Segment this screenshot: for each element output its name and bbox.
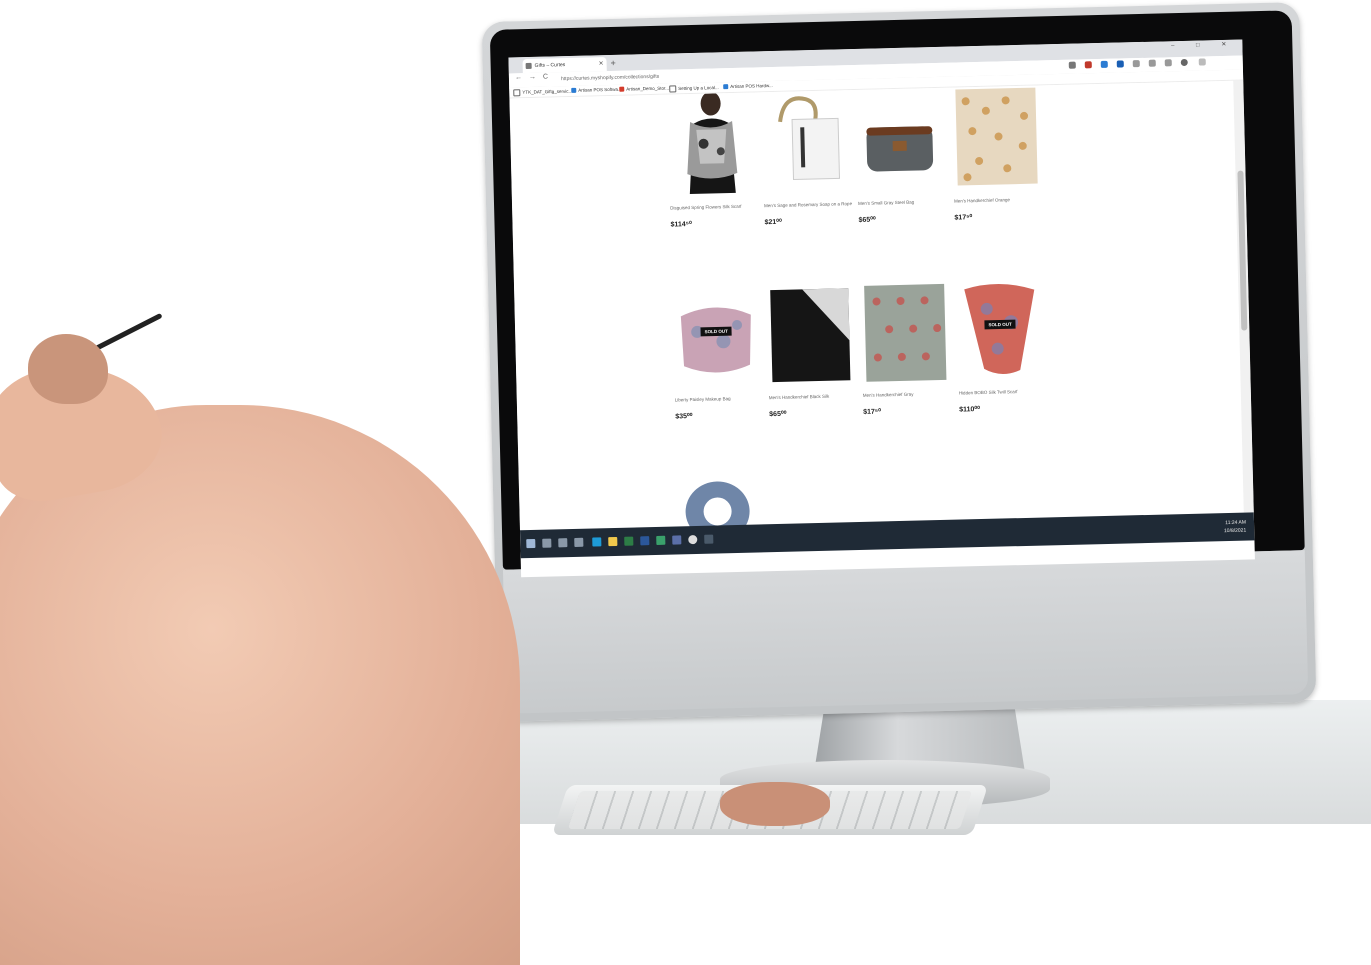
file-explorer-icon[interactable]: [608, 536, 618, 547]
browser-tab-title: Gifts – Curtes: [534, 62, 566, 69]
product-card[interactable]: Men's Small Gray Steel Bag $65⁰⁰: [855, 87, 954, 224]
product-price: $65⁰⁰: [858, 216, 876, 224]
profile-avatar[interactable]: [1180, 58, 1188, 67]
artisan-icon: [619, 86, 625, 93]
product-title[interactable]: Disguised Spring Flowers Silk Scarf: [670, 202, 766, 218]
product-title[interactable]: Men's Handkerchief Gray: [863, 390, 959, 406]
black-handkerchief-image: [766, 282, 855, 389]
bookmark-item[interactable]: Artisan POS Softwa...: [571, 87, 622, 94]
page-favicon-icon: [525, 62, 532, 70]
excel-icon[interactable]: [624, 536, 634, 546]
person-hand: [28, 334, 108, 404]
favorites-icon[interactable]: [1148, 59, 1156, 67]
artisan-icon: [723, 84, 729, 90]
taskbar-clock[interactable]: 11:24 AM 10/8/2021: [1224, 519, 1247, 536]
scarf-model-image: [667, 92, 756, 199]
product-image[interactable]: [855, 87, 944, 194]
reload-button[interactable]: C: [543, 73, 548, 80]
forward-button[interactable]: →: [529, 74, 536, 81]
sold-out-badge: SOLD OUT: [984, 319, 1016, 330]
bookmark-item[interactable]: Artisan POS Hardw...: [723, 83, 773, 90]
product-card[interactable]: SOLD OUT Liberty Paisley Makeup Bag $35⁰…: [672, 284, 771, 420]
extension-icon[interactable]: [1132, 60, 1140, 68]
product-title[interactable]: Liberty Paisley Makeup Bag: [675, 394, 771, 410]
extension-icon[interactable]: [1068, 61, 1076, 69]
product-image[interactable]: [860, 279, 949, 386]
product-image[interactable]: SOLD OUT: [956, 277, 1045, 384]
back-button[interactable]: ←: [515, 74, 522, 81]
search-icon[interactable]: [542, 538, 552, 548]
product-grid: Disguised Spring Flowers Silk Scarf $114…: [509, 80, 1244, 542]
sold-out-badge: SOLD OUT: [700, 326, 732, 337]
product-price: $17⁵⁰: [863, 408, 882, 416]
scrollbar-thumb[interactable]: [1237, 170, 1248, 331]
gray-handkerchief-image: [860, 279, 949, 386]
collections-icon[interactable]: [1164, 59, 1172, 67]
product-image[interactable]: [766, 282, 855, 389]
product-title[interactable]: Men's Handkerchief Black Silk: [769, 392, 865, 408]
soap-on-rope-image: [761, 90, 850, 197]
edge-icon[interactable]: [592, 537, 602, 547]
product-price: $114⁵⁰: [670, 221, 692, 229]
bookmark-item[interactable]: YTK_DAT_Giftg_servic...: [513, 88, 572, 97]
product-image[interactable]: SOLD OUT: [672, 284, 761, 391]
cortana-icon[interactable]: [558, 538, 568, 548]
silk-twill-scarf-image: [956, 277, 1045, 384]
product-card[interactable]: Men's Handkerchief Orange $17⁵⁰: [951, 85, 1050, 222]
product-card[interactable]: Men's Sage and Rosemary Soap on a Rope $…: [761, 90, 860, 226]
window-controls[interactable]: – □ ✕: [1171, 41, 1236, 50]
orange-handkerchief-image: [951, 85, 1040, 192]
task-view-icon[interactable]: [574, 537, 584, 547]
product-card[interactable]: Disguised Spring Flowers Silk Scarf $114…: [667, 92, 766, 229]
pen: [90, 312, 163, 353]
product-image[interactable]: [951, 85, 1040, 192]
product-title[interactable]: Men's Sage and Rosemary Soap on a Rope: [764, 200, 860, 216]
product-image[interactable]: [667, 92, 756, 199]
page-icon: [669, 85, 677, 93]
start-icon[interactable]: [526, 538, 536, 549]
product-image[interactable]: [761, 90, 850, 197]
product-price: $17⁵⁰: [954, 214, 973, 222]
product-price: $35⁰⁰: [675, 413, 693, 421]
bookmark-item[interactable]: Setting Up a Local...: [669, 84, 719, 93]
page-icon: [513, 89, 521, 97]
product-card[interactable]: Men's Handkerchief Black Silk $65⁰⁰: [766, 282, 865, 418]
extension-icon[interactable]: [1084, 61, 1092, 69]
extension-icon[interactable]: [1116, 60, 1124, 68]
product-card[interactable]: Men's Handkerchief Gray $17⁵⁰: [860, 279, 959, 416]
bookmark-item[interactable]: Artisan_Demo_Stor...: [619, 86, 669, 93]
gray-bag-image: [855, 87, 944, 194]
settings-icon[interactable]: [688, 534, 698, 545]
screen: Gifts – Curtes ✕ + – □ ✕ ← → C https://c…: [508, 39, 1255, 578]
close-tab-icon[interactable]: ✕: [598, 57, 604, 71]
app-icon[interactable]: [672, 535, 682, 545]
word-icon[interactable]: [640, 536, 650, 546]
extension-icon[interactable]: [1100, 60, 1108, 68]
artisan-icon: [571, 88, 577, 94]
new-tab-button[interactable]: +: [610, 57, 616, 69]
monitor: Gifts – Curtes ✕ + – □ ✕ ← → C https://c…: [481, 2, 1317, 722]
paisley-makeup-bag-image: [672, 284, 761, 391]
desk-scene: Gifts – Curtes ✕ + – □ ✕ ← → C https://c…: [0, 0, 1371, 965]
app-icon[interactable]: [656, 535, 666, 545]
product-title[interactable]: Men's Handkerchief Orange: [954, 195, 1050, 211]
app-icon[interactable]: [704, 534, 714, 544]
product-price: $110⁰⁰: [959, 406, 981, 414]
product-price: $65⁰⁰: [769, 410, 787, 419]
clock-date: 10/8/2021: [1223, 527, 1247, 535]
product-card[interactable]: SOLD OUT Hidden BOBO Silk Twill Scarf $1…: [956, 277, 1055, 414]
product-title[interactable]: Men's Small Gray Steel Bag: [858, 198, 954, 214]
typing-hand: [720, 782, 830, 826]
product-price: $21⁰⁰: [764, 218, 782, 227]
menu-icon[interactable]: [1198, 58, 1206, 66]
product-title[interactable]: Hidden BOBO Silk Twill Scarf: [959, 387, 1055, 403]
